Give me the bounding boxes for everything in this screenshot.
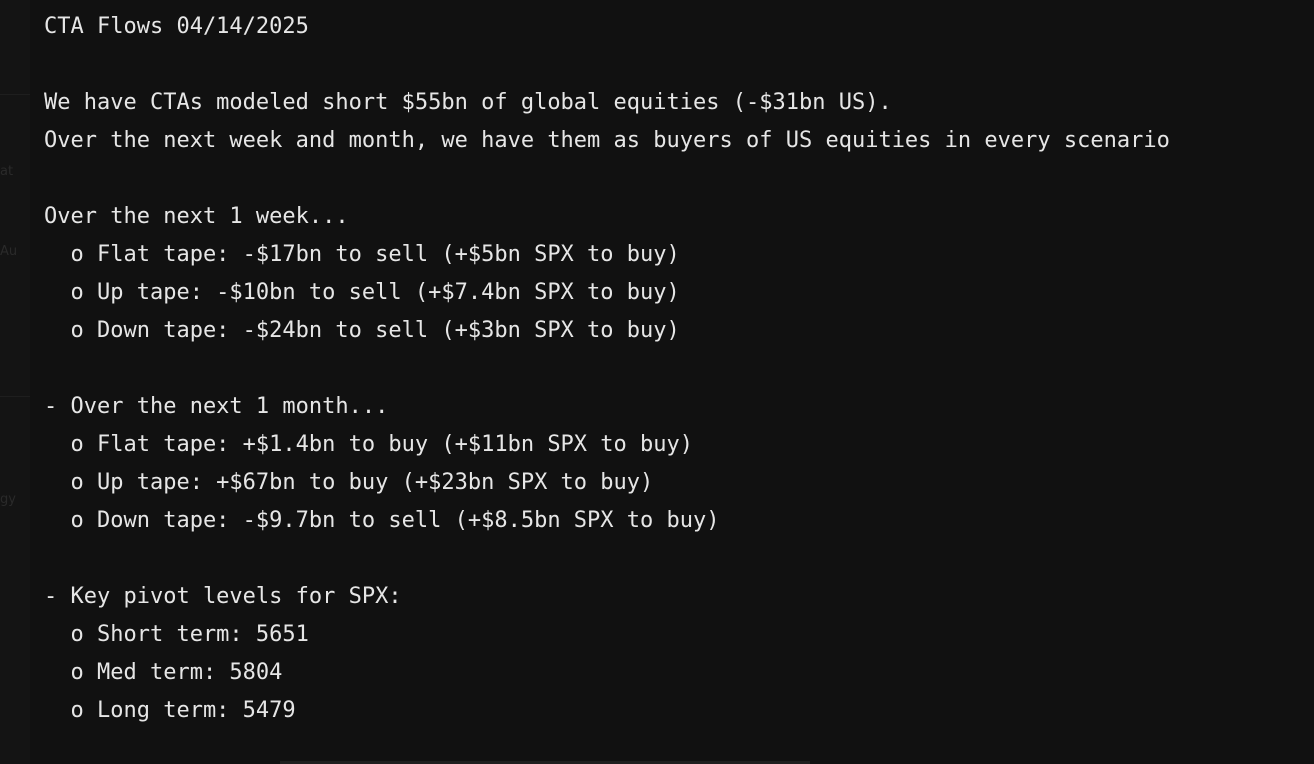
sidebar-fragment: at <box>0 164 14 179</box>
pivot-heading: - Key pivot levels for SPX: <box>44 584 402 609</box>
sidebar-divider <box>0 94 30 95</box>
document-title: CTA Flows 04/14/2025 <box>44 14 309 39</box>
month-item: o Flat tape: +$1.4bn to buy (+$11bn SPX … <box>44 432 694 457</box>
sidebar-fragment: Au <box>0 244 18 259</box>
week-item: o Down tape: -$24bn to sell (+$3bn SPX t… <box>44 318 680 343</box>
sidebar-divider <box>0 396 30 397</box>
pivot-item: o Short term: 5651 <box>44 622 309 647</box>
left-sidebar: at Au gy <box>0 0 30 764</box>
month-item: o Down tape: -$9.7bn to sell (+$8.5bn SP… <box>44 508 720 533</box>
week-item: o Up tape: -$10bn to sell (+$7.4bn SPX t… <box>44 280 680 305</box>
message-content: CTA Flows 04/14/2025 We have CTAs modele… <box>44 8 1314 730</box>
sidebar-fragment: gy <box>0 492 16 507</box>
intro-line: We have CTAs modeled short $55bn of glob… <box>44 90 892 115</box>
month-heading: - Over the next 1 month... <box>44 394 389 419</box>
pivot-item: o Med term: 5804 <box>44 660 283 685</box>
month-item: o Up tape: +$67bn to buy (+$23bn SPX to … <box>44 470 654 495</box>
pivot-item: o Long term: 5479 <box>44 698 296 723</box>
intro-line: Over the next week and month, we have th… <box>44 128 1170 153</box>
week-item: o Flat tape: -$17bn to sell (+$5bn SPX t… <box>44 242 680 267</box>
week-heading: Over the next 1 week... <box>44 204 349 229</box>
text-panel: CTA Flows 04/14/2025 We have CTAs modele… <box>30 0 1314 764</box>
